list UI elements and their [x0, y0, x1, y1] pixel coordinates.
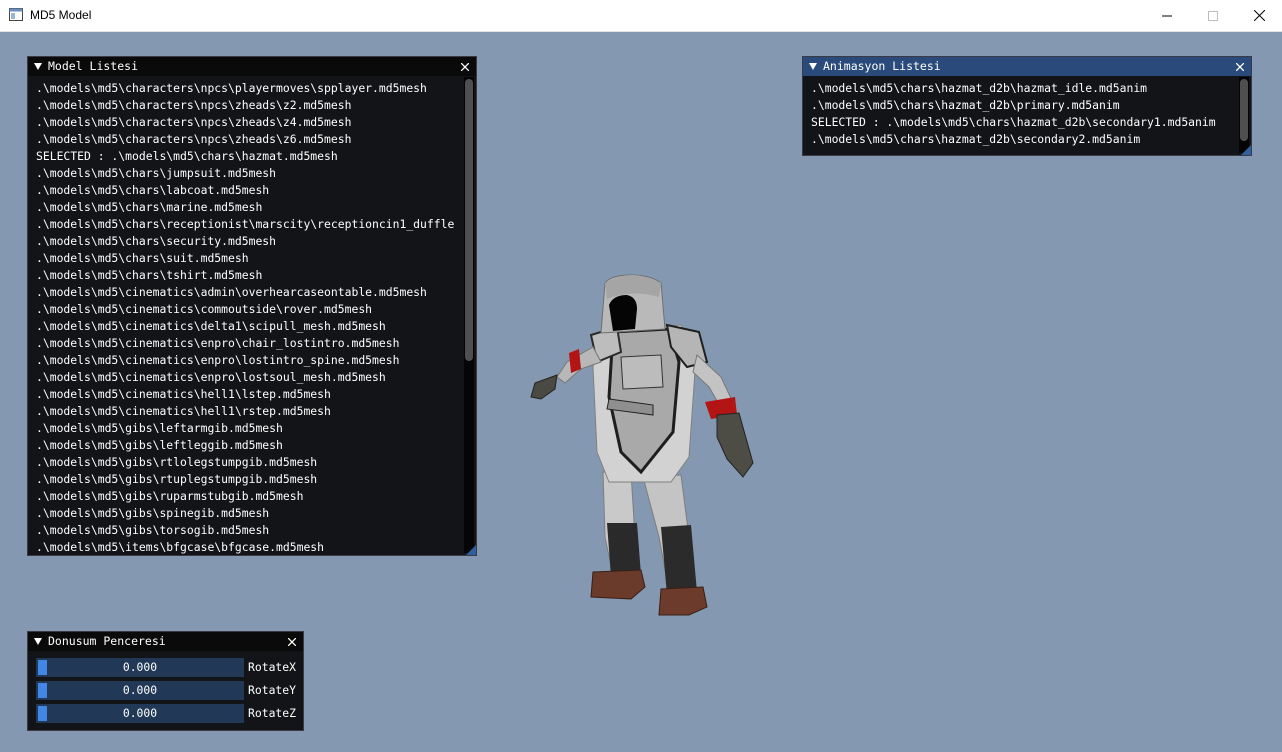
rotate-y-label: RotateY	[248, 683, 297, 697]
close-button[interactable]	[1236, 0, 1282, 31]
model-list: .\models\md5\characters\npcs\playermoves…	[36, 80, 460, 555]
model-list-item[interactable]: .\models\md5\chars\security.md5mesh	[36, 233, 460, 250]
animation-list-close-button[interactable]	[1234, 57, 1246, 76]
rotate-x-slider[interactable]: 0.000	[36, 658, 244, 677]
window-titlebar: MD5 Model	[0, 0, 1282, 32]
model-list-item[interactable]: .\models\md5\cinematics\delta1\scipull_m…	[36, 318, 460, 335]
app-window-icon	[9, 8, 23, 21]
model-list-item[interactable]: .\models\md5\chars\tshirt.md5mesh	[36, 267, 460, 284]
collapse-triangle-icon[interactable]	[34, 63, 42, 70]
transform-titlebar[interactable]: Donusum Penceresi	[28, 632, 303, 651]
model-list-title: Model Listesi	[48, 59, 139, 73]
model-list-close-button[interactable]	[459, 57, 471, 76]
resize-grip[interactable]	[466, 545, 476, 555]
minimize-icon	[1162, 15, 1172, 16]
model-list-item[interactable]: .\models\md5\characters\npcs\playermoves…	[36, 80, 460, 97]
model-list-item[interactable]: .\models\md5\cinematics\enpro\chair_lost…	[36, 335, 460, 352]
transform-title: Donusum Penceresi	[48, 634, 166, 648]
model-list-item[interactable]: .\models\md5\characters\npcs\zheads\z6.m…	[36, 131, 460, 148]
model-list-item[interactable]: .\models\md5\cinematics\enpro\lostsoul_m…	[36, 369, 460, 386]
model-list-item[interactable]: .\models\md5\characters\npcs\zheads\z4.m…	[36, 114, 460, 131]
transform-close-button[interactable]	[286, 632, 298, 651]
rotate-x-value: 0.000	[122, 660, 158, 674]
model-list-scrollbar[interactable]	[464, 77, 474, 553]
model-list-item[interactable]: .\models\md5\items\bfgcase\bfgcase.md5me…	[36, 539, 460, 555]
rotate-z-value: 0.000	[122, 706, 158, 720]
model-list-item[interactable]: .\models\md5\chars\marine.md5mesh	[36, 199, 460, 216]
render-viewport[interactable]: Model Listesi .\models\md5\characters\np…	[1, 32, 1281, 751]
rotate-x-label: RotateX	[248, 660, 297, 674]
close-icon	[288, 637, 296, 646]
animation-list-panel[interactable]: Animasyon Listesi .\models\md5\chars\haz…	[802, 56, 1252, 156]
rotate-z-label: RotateZ	[248, 706, 297, 720]
model-list-titlebar[interactable]: Model Listesi	[28, 57, 476, 76]
window-title: MD5 Model	[30, 8, 92, 22]
close-icon	[461, 62, 469, 71]
model-list-panel[interactable]: Model Listesi .\models\md5\characters\np…	[27, 56, 477, 556]
model-list-item[interactable]: .\models\md5\gibs\rtlolegstumpgib.md5mes…	[36, 454, 460, 471]
animation-list-item[interactable]: .\models\md5\chars\hazmat_d2b\primary.md…	[811, 97, 1235, 114]
model-list-item[interactable]: .\models\md5\characters\npcs\zheads\z2.m…	[36, 97, 460, 114]
minimize-button[interactable]	[1144, 0, 1190, 31]
model-list-item[interactable]: .\models\md5\chars\labcoat.md5mesh	[36, 182, 460, 199]
animation-list-titlebar[interactable]: Animasyon Listesi	[803, 57, 1251, 76]
animation-list-scrollbar[interactable]	[1239, 77, 1249, 153]
model-list-item[interactable]: .\models\md5\cinematics\commoutside\rove…	[36, 301, 460, 318]
model-list-item[interactable]: .\models\md5\gibs\torsogib.md5mesh	[36, 522, 460, 539]
rotate-z-slider[interactable]: 0.000	[36, 704, 244, 723]
animation-list-title: Animasyon Listesi	[823, 59, 941, 73]
model-list-item[interactable]: SELECTED : .\models\md5\chars\hazmat.md5…	[36, 148, 460, 165]
resize-grip[interactable]	[1241, 145, 1251, 155]
collapse-triangle-icon[interactable]	[809, 63, 817, 70]
model-list-scroll-grab[interactable]	[465, 79, 473, 361]
model-list-item[interactable]: .\models\md5\chars\receptionist\marscity…	[36, 216, 460, 233]
animation-list-item[interactable]: .\models\md5\chars\hazmat_d2b\hazmat_idl…	[811, 80, 1235, 97]
model-list-item[interactable]: .\models\md5\gibs\leftleggib.md5mesh	[36, 437, 460, 454]
maximize-button[interactable]	[1190, 0, 1236, 31]
transform-panel[interactable]: Donusum Penceresi 0.000 RotateX 0.000 Ro…	[27, 631, 304, 731]
model-list-item[interactable]: .\models\md5\cinematics\enpro\lostintro_…	[36, 352, 460, 369]
rotate-y-value: 0.000	[122, 683, 158, 697]
maximize-icon	[1208, 10, 1218, 21]
model-list-item[interactable]: .\models\md5\cinematics\admin\overhearca…	[36, 284, 460, 301]
hazmat-character-model	[530, 274, 754, 616]
model-list-item[interactable]: .\models\md5\gibs\leftarmgib.md5mesh	[36, 420, 460, 437]
close-icon	[1253, 10, 1265, 21]
close-icon	[1236, 62, 1244, 71]
model-list-item[interactable]: .\models\md5\cinematics\hell1\lstep.md5m…	[36, 386, 460, 403]
model-list-item[interactable]: .\models\md5\gibs\ruparmstubgib.md5mesh	[36, 488, 460, 505]
animation-list: .\models\md5\chars\hazmat_d2b\hazmat_idl…	[811, 80, 1235, 155]
model-list-item[interactable]: .\models\md5\gibs\spinegib.md5mesh	[36, 505, 460, 522]
animation-list-scroll-grab[interactable]	[1240, 79, 1248, 141]
model-list-item[interactable]: .\models\md5\gibs\rtuplegstumpgib.md5mes…	[36, 471, 460, 488]
model-list-item[interactable]: .\models\md5\chars\suit.md5mesh	[36, 250, 460, 267]
animation-list-item[interactable]: SELECTED : .\models\md5\chars\hazmat_d2b…	[811, 114, 1235, 131]
animation-list-item[interactable]: .\models\md5\chars\hazmat_d2b\secondary2…	[811, 131, 1235, 148]
collapse-triangle-icon[interactable]	[34, 638, 42, 645]
model-list-item[interactable]: .\models\md5\cinematics\hell1\rstep.md5m…	[36, 403, 460, 420]
rotate-y-slider[interactable]: 0.000	[36, 681, 244, 700]
model-list-item[interactable]: .\models\md5\chars\jumpsuit.md5mesh	[36, 165, 460, 182]
